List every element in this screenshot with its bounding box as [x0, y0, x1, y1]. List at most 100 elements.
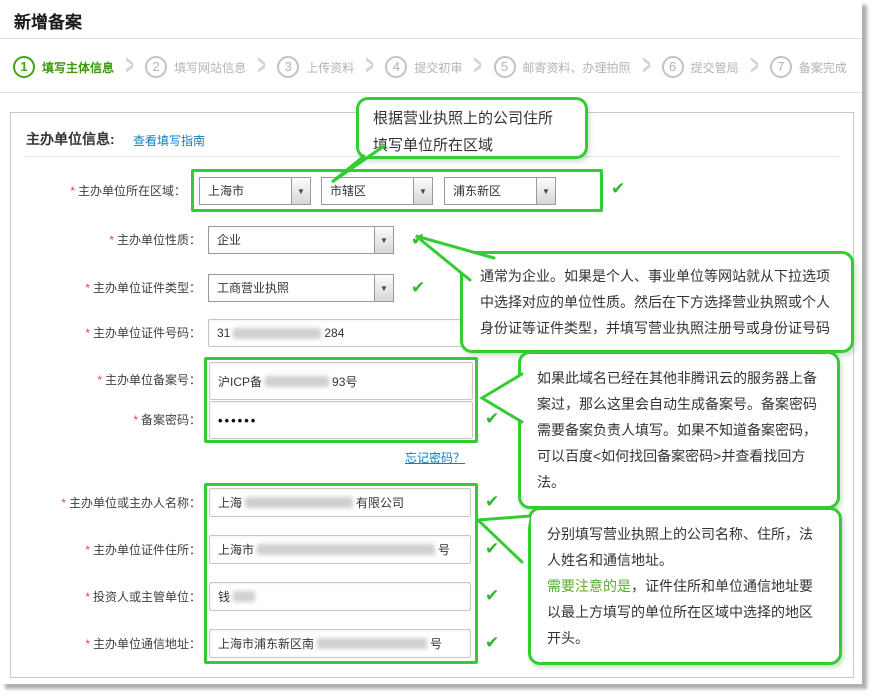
callout-tail: [318, 130, 394, 188]
required-asterisk: *: [85, 326, 90, 340]
password-input[interactable]: ••••••: [209, 401, 473, 439]
password-label: *备案密码：: [11, 406, 201, 434]
filing-no-value: 沪ICP备: [218, 373, 262, 390]
district-value: 浦东新区: [445, 178, 536, 204]
filing-tip-callout: 如果此域名已经在其他非腾讯云的服务器上备案过，那么这里会自动生成备案号。备案密码…: [518, 351, 840, 509]
required-asterisk: *: [70, 184, 75, 198]
address-tip-highlight: 需要注意的是: [547, 578, 631, 594]
step-label: 提交管局: [691, 59, 739, 76]
nature-label: *主办单位性质：: [11, 226, 201, 254]
password-dots: ••••••: [218, 413, 257, 428]
cert-address-value: 上海市: [218, 541, 254, 558]
required-asterisk: *: [97, 373, 102, 387]
cert-no-value: 31: [217, 326, 230, 340]
cert-type-value: 工商营业执照: [209, 275, 374, 301]
step-label: 提交初审: [414, 59, 462, 76]
divider: [0, 38, 862, 39]
step-5-mail-materials-photo: 5 邮寄资料、办理拍照: [494, 56, 631, 78]
section-title: 主办单位信息:: [26, 129, 115, 149]
step-chevron-icon: >: [474, 51, 482, 84]
check-icon: ✔: [485, 633, 499, 653]
step-7-filing-complete: 7 备案完成: [770, 56, 847, 78]
step-label: 上传资料: [306, 59, 354, 76]
region-label: *主办单位所在区域：: [11, 177, 186, 205]
investor-value: 钱: [218, 588, 230, 605]
view-guide-link[interactable]: 查看填写指南: [133, 132, 205, 149]
step-chevron-icon: >: [642, 51, 650, 84]
cert-type-select[interactable]: 工商营业执照 ▼: [208, 274, 394, 302]
step-number: 4: [385, 56, 407, 78]
step-number: 5: [494, 56, 516, 78]
required-asterisk: *: [85, 281, 90, 295]
cert-no-input[interactable]: 31284: [208, 319, 464, 347]
redacted-text: [317, 638, 427, 649]
address-tip-text: 分别填写营业执照上的公司名称、住所，法人姓名和通信地址。: [547, 526, 813, 568]
step-label: 填写网站信息: [174, 59, 246, 76]
step-number: 3: [277, 56, 299, 78]
callout-tail: [404, 222, 498, 286]
check-icon: ✔: [485, 586, 499, 606]
step-number: 1: [13, 56, 35, 78]
required-asterisk: *: [61, 496, 66, 510]
step-chevron-icon: >: [125, 51, 133, 84]
nature-value: 企业: [209, 227, 374, 253]
forgot-password-link[interactable]: 忘记密码？: [405, 449, 465, 466]
step-label: 邮寄资料、办理拍照: [523, 59, 631, 76]
cert-address-label: *主办单位证件住所：: [11, 536, 201, 564]
redacted-text: [257, 544, 435, 555]
org-name-label: *主办单位或主办人名称：: [11, 489, 201, 517]
filing-no-label: *主办单位备案号：: [11, 366, 201, 394]
cert-no-label: *主办单位证件号码：: [11, 319, 201, 347]
dropdown-arrow-icon[interactable]: ▼: [374, 227, 393, 253]
step-label: 填写主体信息: [42, 59, 114, 76]
cert-address-input[interactable]: 上海市号: [209, 535, 471, 564]
dropdown-arrow-icon[interactable]: ▼: [413, 178, 432, 204]
page: 新增备案 1 填写主体信息 > 2 填写网站信息 > 3 上传资料 > 4 提交…: [0, 0, 876, 698]
step-label: 备案完成: [799, 59, 847, 76]
step-number: 2: [145, 56, 167, 78]
nature-tip-callout: 通常为企业。如果是个人、事业单位等网站就从下拉选项中选择对应的单位性质。然后在下…: [460, 251, 854, 353]
required-asterisk: *: [85, 637, 90, 651]
org-name-value: 上海: [218, 494, 242, 511]
cert-type-label: *主办单位证件类型：: [11, 274, 201, 302]
required-asterisk: *: [109, 233, 114, 247]
app-window: 新增备案 1 填写主体信息 > 2 填写网站信息 > 3 上传资料 > 4 提交…: [0, 0, 862, 684]
filing-no-input[interactable]: 沪ICP备93号: [209, 362, 473, 400]
comm-address-value: 上海市浦东新区南: [218, 635, 314, 652]
step-4-submit-initial-review: 4 提交初审: [385, 56, 462, 78]
province-select[interactable]: 上海市 ▼: [199, 177, 311, 205]
redacted-text: [233, 328, 321, 339]
step-chevron-icon: >: [366, 51, 374, 84]
redacted-text: [265, 376, 329, 387]
divider: [0, 92, 862, 93]
step-number: 6: [662, 56, 684, 78]
required-asterisk: *: [133, 413, 138, 427]
district-select[interactable]: 浦东新区 ▼: [444, 177, 556, 205]
step-2-fill-website-info: 2 填写网站信息: [145, 56, 246, 78]
step-chevron-icon: >: [258, 51, 266, 84]
redacted-text: [245, 497, 353, 508]
step-3-upload-materials: 3 上传资料: [277, 56, 354, 78]
dropdown-arrow-icon[interactable]: ▼: [536, 178, 555, 204]
step-number: 7: [770, 56, 792, 78]
callout-tail: [474, 366, 528, 430]
step-6-submit-authority: 6 提交管局: [662, 56, 739, 78]
step-progress-bar: 1 填写主体信息 > 2 填写网站信息 > 3 上传资料 > 4 提交初审 > …: [13, 53, 847, 81]
check-icon: ✔: [611, 179, 625, 199]
step-chevron-icon: >: [750, 51, 758, 84]
address-tip-callout: 分别填写营业执照上的公司名称、住所，法人姓名和通信地址。 需要注意的是，证件住所…: [528, 507, 842, 665]
investor-label: *投资人或主管单位：: [11, 583, 201, 611]
investor-input[interactable]: 钱: [209, 582, 471, 611]
dropdown-arrow-icon[interactable]: ▼: [291, 178, 310, 204]
dropdown-arrow-icon[interactable]: ▼: [374, 275, 393, 301]
step-1-fill-subject-info: 1 填写主体信息: [13, 56, 114, 78]
callout-tail: [468, 498, 538, 572]
nature-select[interactable]: 企业 ▼: [208, 226, 394, 254]
comm-address-input[interactable]: 上海市浦东新区南号: [209, 629, 471, 658]
redacted-text: [233, 591, 255, 602]
page-title: 新增备案: [14, 8, 82, 33]
org-name-input[interactable]: 上海有限公司: [209, 488, 471, 517]
required-asterisk: *: [85, 590, 90, 604]
comm-address-label: *主办单位通信地址：: [11, 630, 201, 658]
required-asterisk: *: [85, 543, 90, 557]
